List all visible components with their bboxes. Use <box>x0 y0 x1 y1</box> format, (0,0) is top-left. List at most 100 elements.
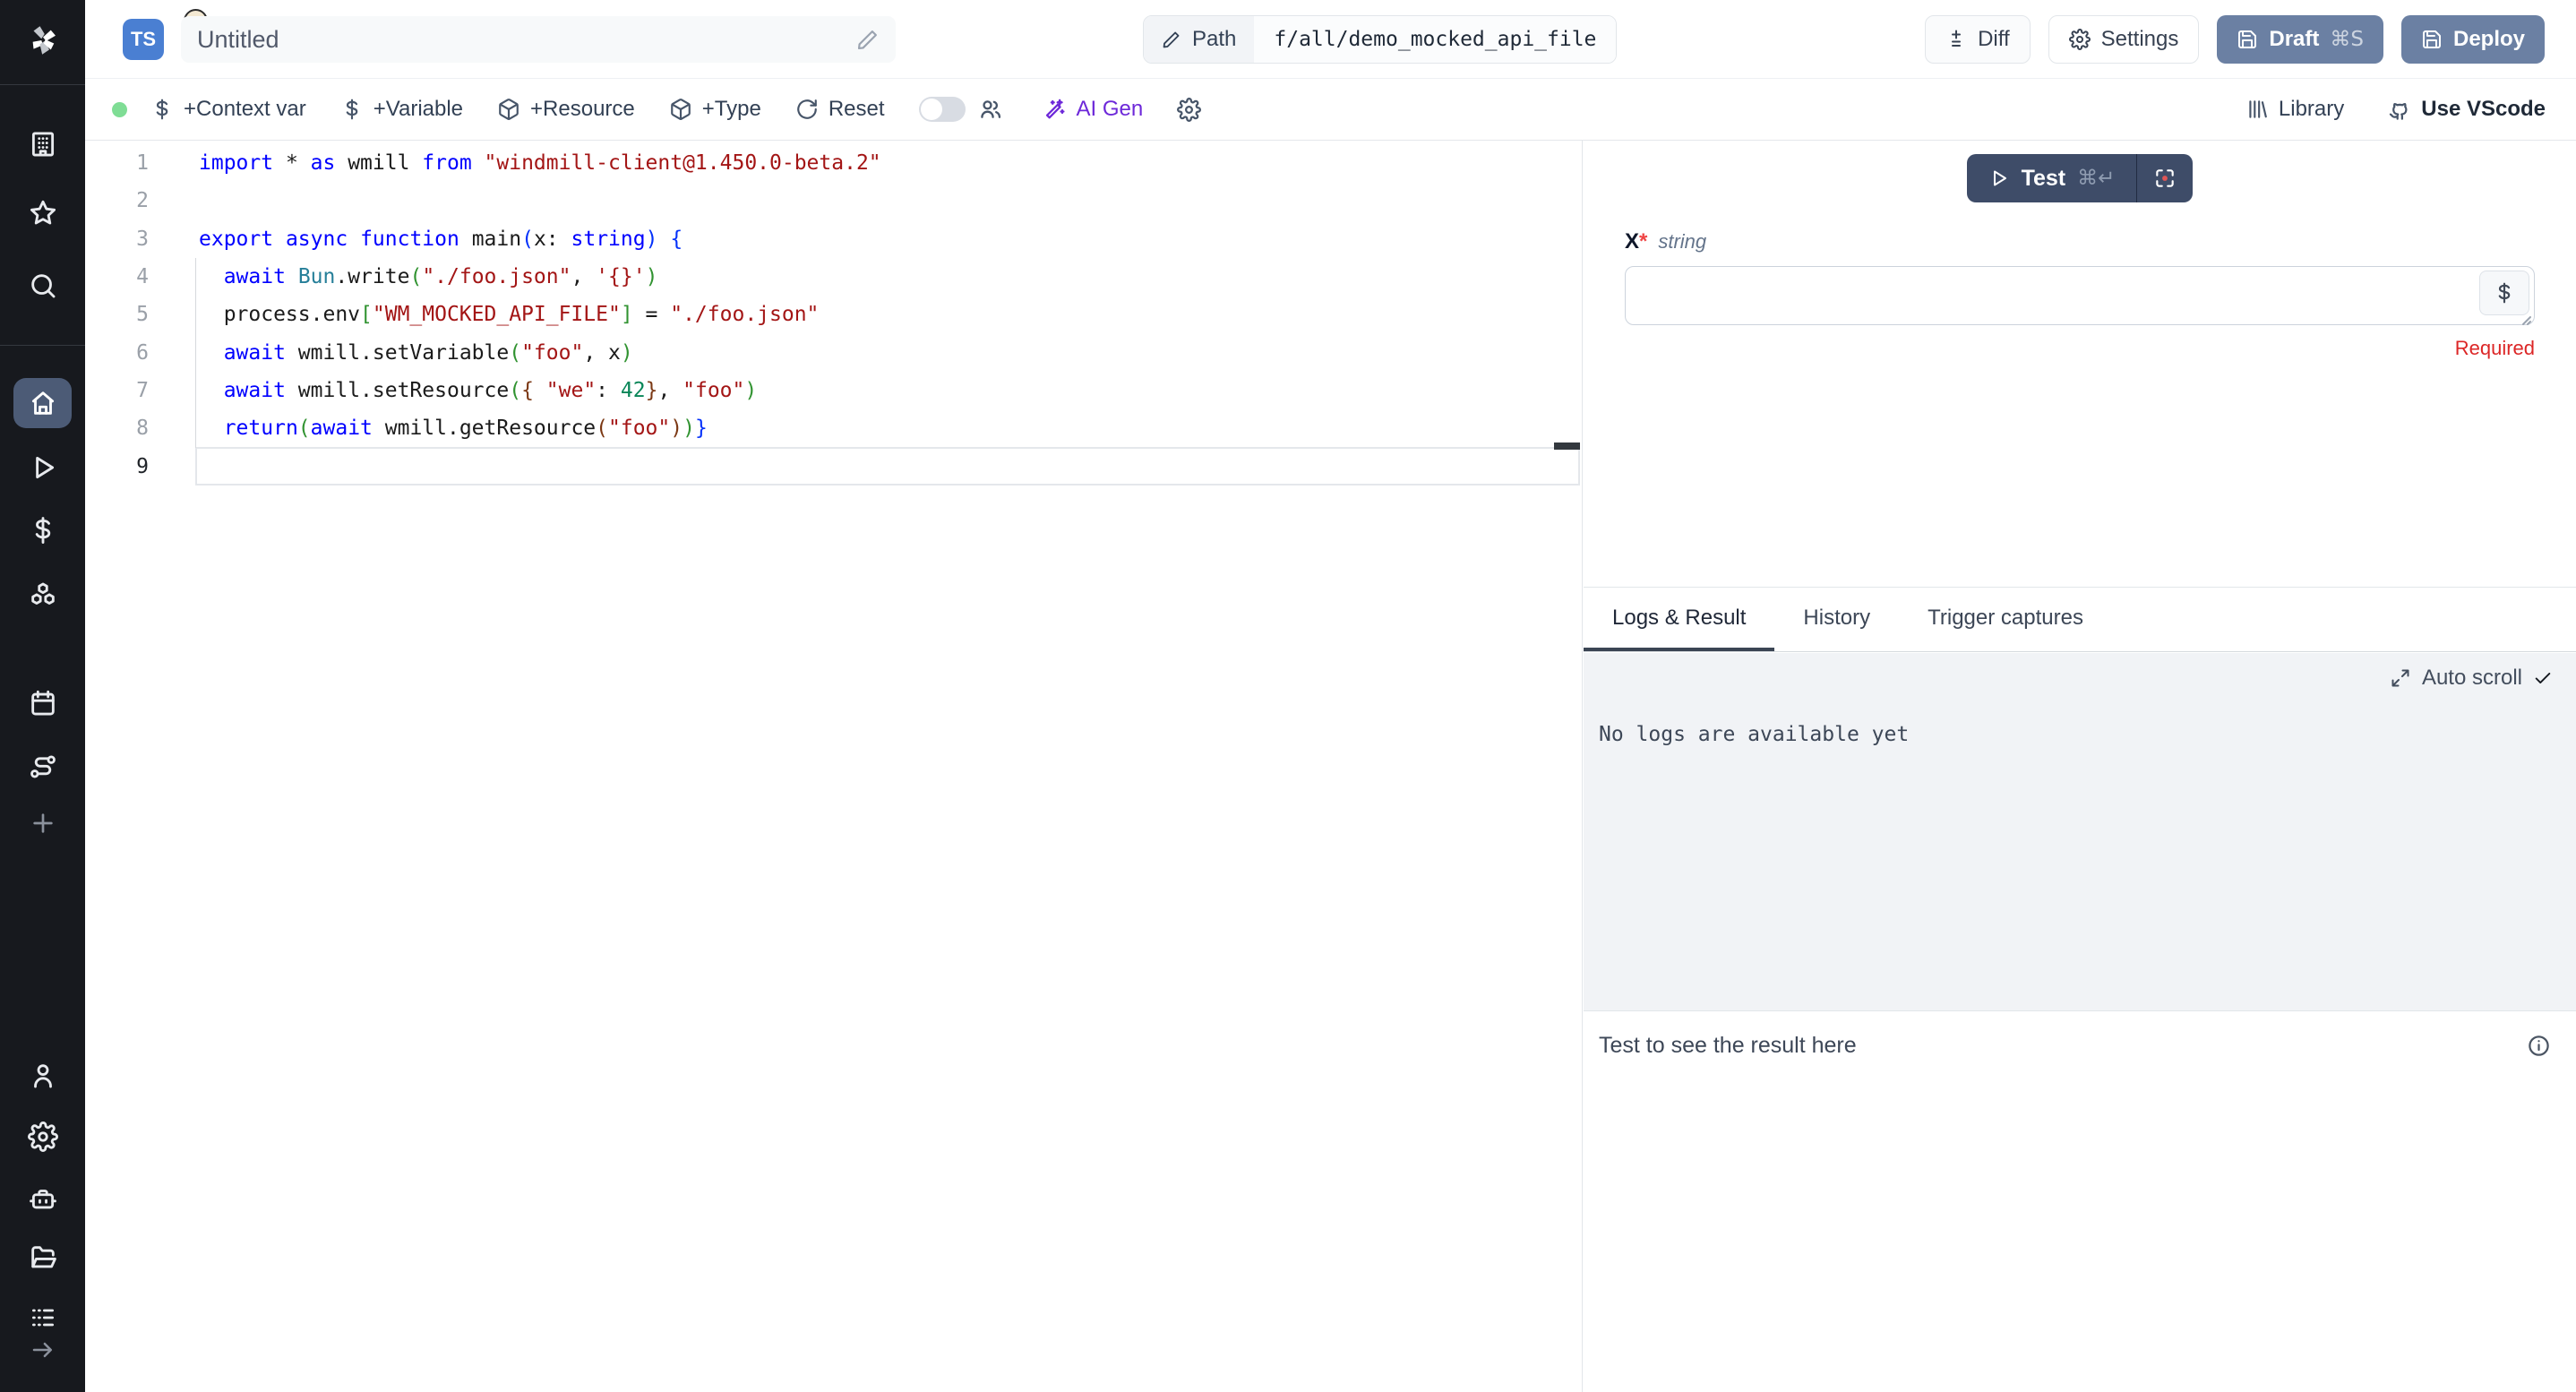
dollar-icon <box>150 98 174 121</box>
typescript-badge: TS <box>123 19 164 60</box>
add-type-button[interactable]: +Type <box>669 97 761 122</box>
line-number: 5 <box>85 303 149 326</box>
code-line: 8 return(await wmill.getResource("foo"))… <box>85 409 1582 447</box>
library-button[interactable]: Library <box>2245 97 2344 122</box>
code-text: import * as wmill from "windmill-client@… <box>149 151 881 175</box>
tab-trigger-captures[interactable]: Trigger captures <box>1899 588 2112 651</box>
sidebar-item-logs-list[interactable] <box>0 1303 85 1332</box>
save-icon <box>2421 29 2443 50</box>
sidebar-item-workers[interactable] <box>0 1183 85 1214</box>
preview-panel: Test ⌘↵ X* string Requi <box>1584 141 2576 1392</box>
sidebar-item-settings[interactable] <box>0 1121 85 1152</box>
sidebar-item-home[interactable] <box>13 378 72 428</box>
search-icon <box>28 271 58 301</box>
code-line: 2 <box>85 182 1582 219</box>
line-number: 1 <box>85 151 149 175</box>
routes-icon <box>28 752 58 782</box>
diff-mode-toggle[interactable] <box>919 97 966 122</box>
home-icon <box>28 388 58 418</box>
sidebar-item-folders[interactable] <box>0 1242 85 1273</box>
draft-button[interactable]: Draft ⌘S <box>2217 15 2383 64</box>
sidebar-item-user[interactable] <box>0 1061 85 1091</box>
deploy-button[interactable]: Deploy <box>2401 15 2545 64</box>
scan-record-icon <box>2153 167 2177 190</box>
calendar-icon <box>28 688 58 718</box>
code-line: 7 await wmill.setResource({ "we": 42}, "… <box>85 372 1582 409</box>
capture-button[interactable] <box>2137 154 2193 202</box>
field-type: string <box>1658 230 1706 253</box>
library-label: Library <box>2279 97 2344 122</box>
package-icon <box>669 98 692 121</box>
sidebar-item-schedules[interactable] <box>0 688 85 718</box>
path-value: f/all/demo_mocked_api_file <box>1254 16 1616 63</box>
plus-minus-icon <box>1945 29 1967 50</box>
insert-variable-button[interactable] <box>2479 271 2529 315</box>
editor-toolbar: +Context var +Variable +Resource +Type R… <box>85 79 2576 141</box>
code-text: process.env["WM_MOCKED_API_FILE"] = "./f… <box>149 303 819 326</box>
github-icon <box>2387 98 2411 122</box>
tab-history[interactable]: History <box>1774 588 1899 651</box>
result-panel: Test to see the result here <box>1584 1010 2576 1392</box>
sidebar-item-favorites[interactable] <box>0 198 85 228</box>
editor-settings-button[interactable] <box>1177 98 1201 122</box>
gear-icon <box>1177 98 1201 122</box>
edit-title-pencil-icon[interactable] <box>856 28 880 51</box>
sidebar-item-workspace[interactable] <box>0 129 85 159</box>
test-button[interactable]: Test ⌘↵ <box>1967 154 2137 202</box>
use-vscode-button[interactable]: Use VScode <box>2387 97 2546 122</box>
cubes-icon <box>28 580 58 611</box>
sidebar-item-runs[interactable] <box>0 452 85 483</box>
reset-button[interactable]: Reset <box>795 97 885 122</box>
resize-handle[interactable] <box>2518 312 2532 326</box>
sidebar-item-search[interactable] <box>0 271 85 301</box>
path-control[interactable]: Path f/all/demo_mocked_api_file <box>1143 15 1617 64</box>
vscode-label: Use VScode <box>2421 97 2546 122</box>
save-icon <box>2237 29 2258 50</box>
auto-scroll-toggle[interactable]: Auto scroll <box>2390 666 2553 691</box>
draft-label: Draft <box>2269 27 2319 52</box>
gear-icon <box>28 1121 58 1152</box>
code-line: 1import * as wmill from "windmill-client… <box>85 144 1582 182</box>
left-sidebar <box>0 0 85 1392</box>
code-editor[interactable]: 1import * as wmill from "windmill-client… <box>85 141 1583 1392</box>
diff-button[interactable]: Diff <box>1925 15 2031 64</box>
reset-icon <box>795 98 819 121</box>
sidebar-expand[interactable] <box>0 1336 85 1363</box>
sidebar-item-add[interactable] <box>0 809 85 838</box>
star-icon <box>28 198 58 228</box>
sidebar-item-variables[interactable] <box>0 515 85 546</box>
arg-x-input[interactable] <box>1625 266 2535 325</box>
code-line: 9 <box>85 447 1582 485</box>
no-logs-message: No logs are available yet <box>1599 723 1909 746</box>
settings-button[interactable]: Settings <box>2048 15 2200 64</box>
tab-logs-result[interactable]: Logs & Result <box>1584 588 1774 651</box>
add-variable-button[interactable]: +Variable <box>340 97 463 122</box>
multiplayer-button[interactable] <box>978 97 1003 122</box>
code-line: 5 process.env["WM_MOCKED_API_FILE"] = ".… <box>85 296 1582 333</box>
ai-gen-button[interactable]: AI Gen <box>1043 97 1144 122</box>
dollar-icon <box>2493 281 2516 305</box>
sidebar-item-resources[interactable] <box>0 580 85 611</box>
line-number: 7 <box>85 379 149 402</box>
info-icon[interactable] <box>2527 1034 2551 1058</box>
code-text: await wmill.setVariable("foo", x) <box>149 341 633 365</box>
add-resource-button[interactable]: +Resource <box>497 97 635 122</box>
diff-label: Diff <box>1978 27 2010 52</box>
arrow-right-icon <box>30 1336 56 1363</box>
folder-open-icon <box>28 1242 58 1273</box>
line-number: 9 <box>85 455 149 478</box>
script-title-field[interactable]: Untitled <box>181 16 896 63</box>
test-shortcut: ⌘↵ <box>2077 167 2115 190</box>
windmill-logo-icon <box>24 21 62 59</box>
plus-icon <box>29 809 57 838</box>
line-number: 2 <box>85 189 149 212</box>
logs-panel: Auto scroll No logs are available yet <box>1584 653 2576 1010</box>
add-context-var-button[interactable]: +Context var <box>150 97 306 122</box>
code-line: 6 await wmill.setVariable("foo", x) <box>85 333 1582 371</box>
sidebar-item-triggers[interactable] <box>0 752 85 782</box>
indent-guide <box>195 258 196 448</box>
test-button-group: Test ⌘↵ <box>1967 154 2194 202</box>
resource-label: +Resource <box>530 97 635 122</box>
windmill-logo[interactable] <box>0 21 85 59</box>
context-var-label: +Context var <box>184 97 306 122</box>
